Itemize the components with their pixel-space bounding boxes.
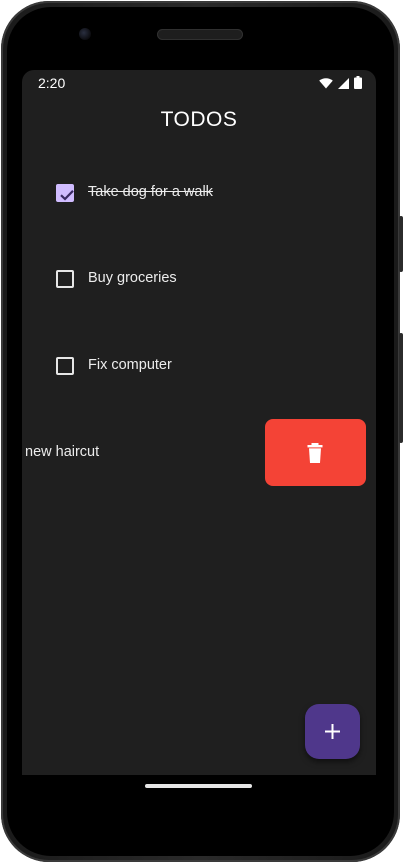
status-time: 2:20 bbox=[38, 75, 66, 91]
battery-icon bbox=[354, 76, 362, 89]
todo-label: Buy groceries bbox=[88, 270, 177, 286]
todo-item[interactable]: Buy groceries bbox=[22, 259, 376, 299]
status-icons bbox=[319, 76, 362, 89]
delete-action[interactable] bbox=[265, 419, 366, 486]
todo-checkbox[interactable] bbox=[56, 270, 74, 288]
cellular-signal-icon bbox=[338, 78, 349, 89]
todo-item[interactable]: Take dog for a walk bbox=[22, 173, 376, 213]
check-icon bbox=[60, 190, 74, 201]
plus-icon bbox=[325, 724, 340, 739]
swiping-todo-label[interactable]: new haircut bbox=[25, 444, 99, 460]
wifi-icon bbox=[319, 78, 333, 89]
front-camera bbox=[79, 28, 91, 40]
todo-label: Fix computer bbox=[88, 357, 172, 373]
app-title: TODOS bbox=[160, 108, 238, 131]
todo-checkbox[interactable] bbox=[56, 357, 74, 375]
app-screen: 2:20 TODOS Take dog for a walk Buy groce… bbox=[22, 70, 376, 775]
todo-checkbox-checked[interactable] bbox=[56, 184, 74, 202]
todo-item[interactable]: Fix computer bbox=[22, 346, 376, 386]
todo-label: Take dog for a walk bbox=[88, 184, 213, 200]
volume-button bbox=[399, 333, 403, 443]
status-bar: 2:20 bbox=[22, 70, 376, 96]
earpiece-speaker bbox=[157, 29, 243, 40]
home-indicator[interactable] bbox=[145, 784, 252, 788]
power-button bbox=[399, 216, 403, 272]
add-todo-button[interactable] bbox=[305, 704, 360, 759]
trash-icon bbox=[307, 443, 323, 463]
